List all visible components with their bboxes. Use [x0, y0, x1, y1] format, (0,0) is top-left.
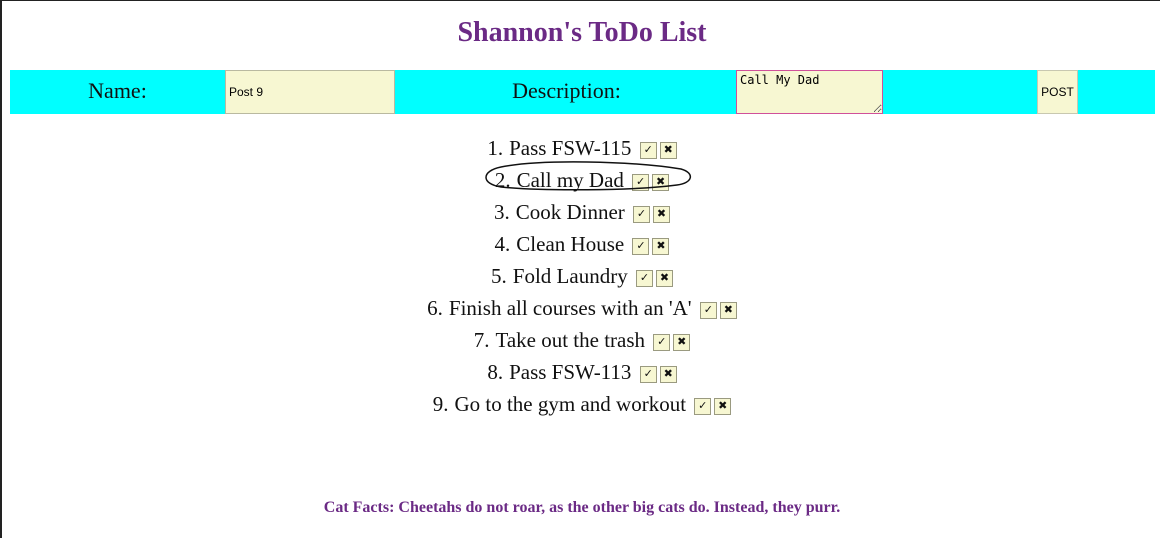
x-icon: ✖ [659, 271, 670, 285]
todo-text: Finish all courses with an 'A' [448, 296, 692, 320]
x-icon: ✖ [656, 239, 666, 253]
todo-number: 3. [493, 200, 510, 224]
todo-item: 4. Clean House ✓ ✖ [2, 229, 1160, 261]
complete-button[interactable]: ✓ [632, 237, 650, 255]
check-icon: ✓ [698, 399, 708, 413]
complete-button[interactable]: ✓ [699, 301, 717, 319]
todo-number: 4. [494, 232, 511, 256]
todo-form: Name: Description: Call My Dad POST [10, 70, 1155, 114]
delete-button[interactable]: ✖ [659, 141, 677, 159]
todo-number: 8. [487, 360, 504, 384]
delete-button[interactable]: ✖ [659, 365, 677, 383]
todo-number: 1. [487, 136, 504, 160]
todo-item: 8. Pass FSW-113 ✓ ✖ [2, 357, 1160, 389]
todo-list: 1. Pass FSW-115 ✓ ✖ 2. Call my Dad ✓ ✖ 3. Coo… [2, 133, 1160, 421]
todo-item: 5. Fold Laundry ✓ ✖ [2, 261, 1160, 293]
todo-item: 9. Go to the gym and workout ✓ ✖ [2, 389, 1160, 421]
x-icon: ✖ [718, 399, 728, 413]
delete-button[interactable]: ✖ [653, 205, 671, 223]
todo-number: 2. [494, 168, 511, 192]
check-icon: ✓ [643, 143, 653, 157]
todo-number: 6. [427, 296, 443, 320]
delete-button[interactable]: ✖ [714, 397, 732, 415]
post-button[interactable]: POST [1037, 70, 1078, 114]
todo-number: 5. [491, 264, 507, 288]
check-icon: ✓ [643, 367, 653, 381]
delete-button[interactable]: ✖ [652, 237, 670, 255]
check-icon: ✓ [657, 335, 667, 349]
todo-text: Go to the gym and workout [454, 392, 687, 416]
delete-button[interactable]: ✖ [655, 269, 673, 287]
check-icon: ✓ [703, 303, 713, 317]
x-icon: ✖ [677, 335, 687, 349]
circled-todo: 2. Call my Dad ✓ ✖ [485, 161, 691, 195]
check-icon: ✓ [636, 207, 647, 221]
x-icon: ✖ [663, 367, 673, 381]
todo-item: 2. Call my Dad ✓ ✖ [2, 161, 1160, 197]
description-textarea[interactable]: Call My Dad [736, 70, 883, 114]
complete-button[interactable]: ✓ [632, 173, 650, 191]
todo-number: 7. [473, 328, 490, 352]
todo-item: 6. Finish all courses with an 'A' ✓ ✖ [2, 293, 1160, 325]
complete-button[interactable]: ✓ [639, 141, 657, 159]
complete-button[interactable]: ✓ [694, 397, 712, 415]
todo-item: 3. Cook Dinner ✓ ✖ [2, 197, 1160, 229]
complete-button[interactable]: ✓ [639, 365, 657, 383]
todo-text: Pass FSW-115 [509, 136, 632, 160]
description-label: Description: [512, 78, 621, 103]
todo-text: Fold Laundry [512, 264, 628, 288]
complete-button[interactable]: ✓ [633, 205, 651, 223]
x-icon: ✖ [656, 207, 667, 221]
delete-button[interactable]: ✖ [652, 173, 670, 191]
todo-text: Clean House [516, 232, 625, 256]
delete-button[interactable]: ✖ [673, 333, 691, 351]
x-icon: ✖ [663, 143, 673, 157]
todo-text: Pass FSW-113 [509, 360, 632, 384]
delete-button[interactable]: ✖ [719, 301, 737, 319]
todo-text: Take out the trash [495, 328, 646, 352]
todo-text: Cook Dinner [515, 200, 625, 224]
todo-item: 7. Take out the trash ✓ ✖ [2, 325, 1160, 357]
todo-text: Call my Dad [516, 168, 624, 192]
x-icon: ✖ [656, 175, 666, 189]
complete-button[interactable]: ✓ [653, 333, 671, 351]
check-icon: ✓ [636, 175, 646, 189]
todo-number: 9. [432, 392, 449, 416]
name-input[interactable] [225, 70, 395, 114]
x-icon: ✖ [723, 303, 733, 317]
todo-item: 1. Pass FSW-115 ✓ ✖ [2, 133, 1160, 165]
complete-button[interactable]: ✓ [635, 269, 653, 287]
cat-fact: Cat Facts: Cheetahs do not roar, as the … [323, 499, 841, 516]
check-icon: ✓ [636, 239, 646, 253]
page-title: Shannon's ToDo List [457, 17, 707, 48]
check-icon: ✓ [639, 271, 650, 285]
name-label: Name: [88, 78, 147, 103]
